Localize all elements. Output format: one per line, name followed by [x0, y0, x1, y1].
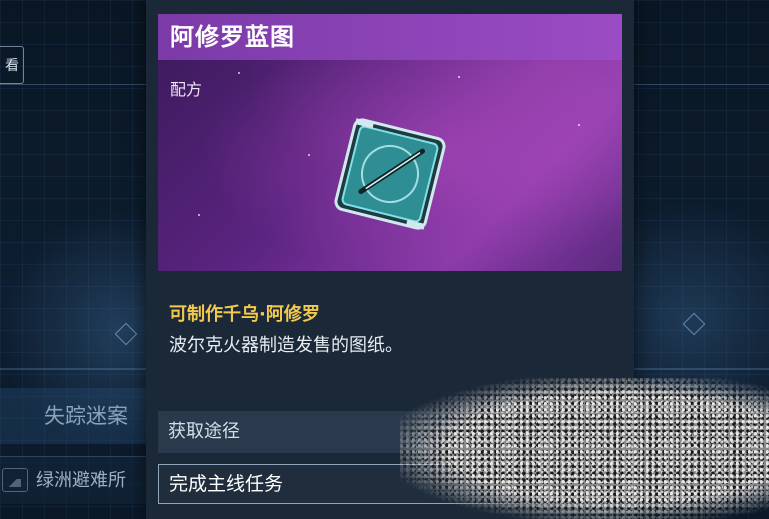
item-hero-banner: 阿修罗蓝图 配方 — [158, 14, 622, 271]
background-quest-section[interactable]: 失踪迷案 — [0, 388, 146, 444]
item-title-bar: 阿修罗蓝图 — [158, 14, 622, 60]
item-category: 配方 — [170, 80, 203, 99]
star-decoration — [578, 124, 580, 126]
craft-target-text: 可制作千乌·阿修罗 — [169, 304, 320, 325]
background-view-button[interactable]: 看 — [0, 46, 24, 84]
star-decoration — [308, 154, 310, 156]
star-decoration — [458, 76, 460, 78]
mosaic-overlay — [400, 378, 769, 519]
star-decoration — [238, 72, 240, 74]
item-name: 阿修罗蓝图 — [170, 23, 295, 51]
blueprint-icon — [334, 118, 446, 230]
item-description: 波尔克火器制造发售的图纸。 — [169, 335, 403, 356]
background-quest-item[interactable]: 绿洲避难所 — [0, 456, 146, 504]
star-decoration — [198, 214, 200, 216]
